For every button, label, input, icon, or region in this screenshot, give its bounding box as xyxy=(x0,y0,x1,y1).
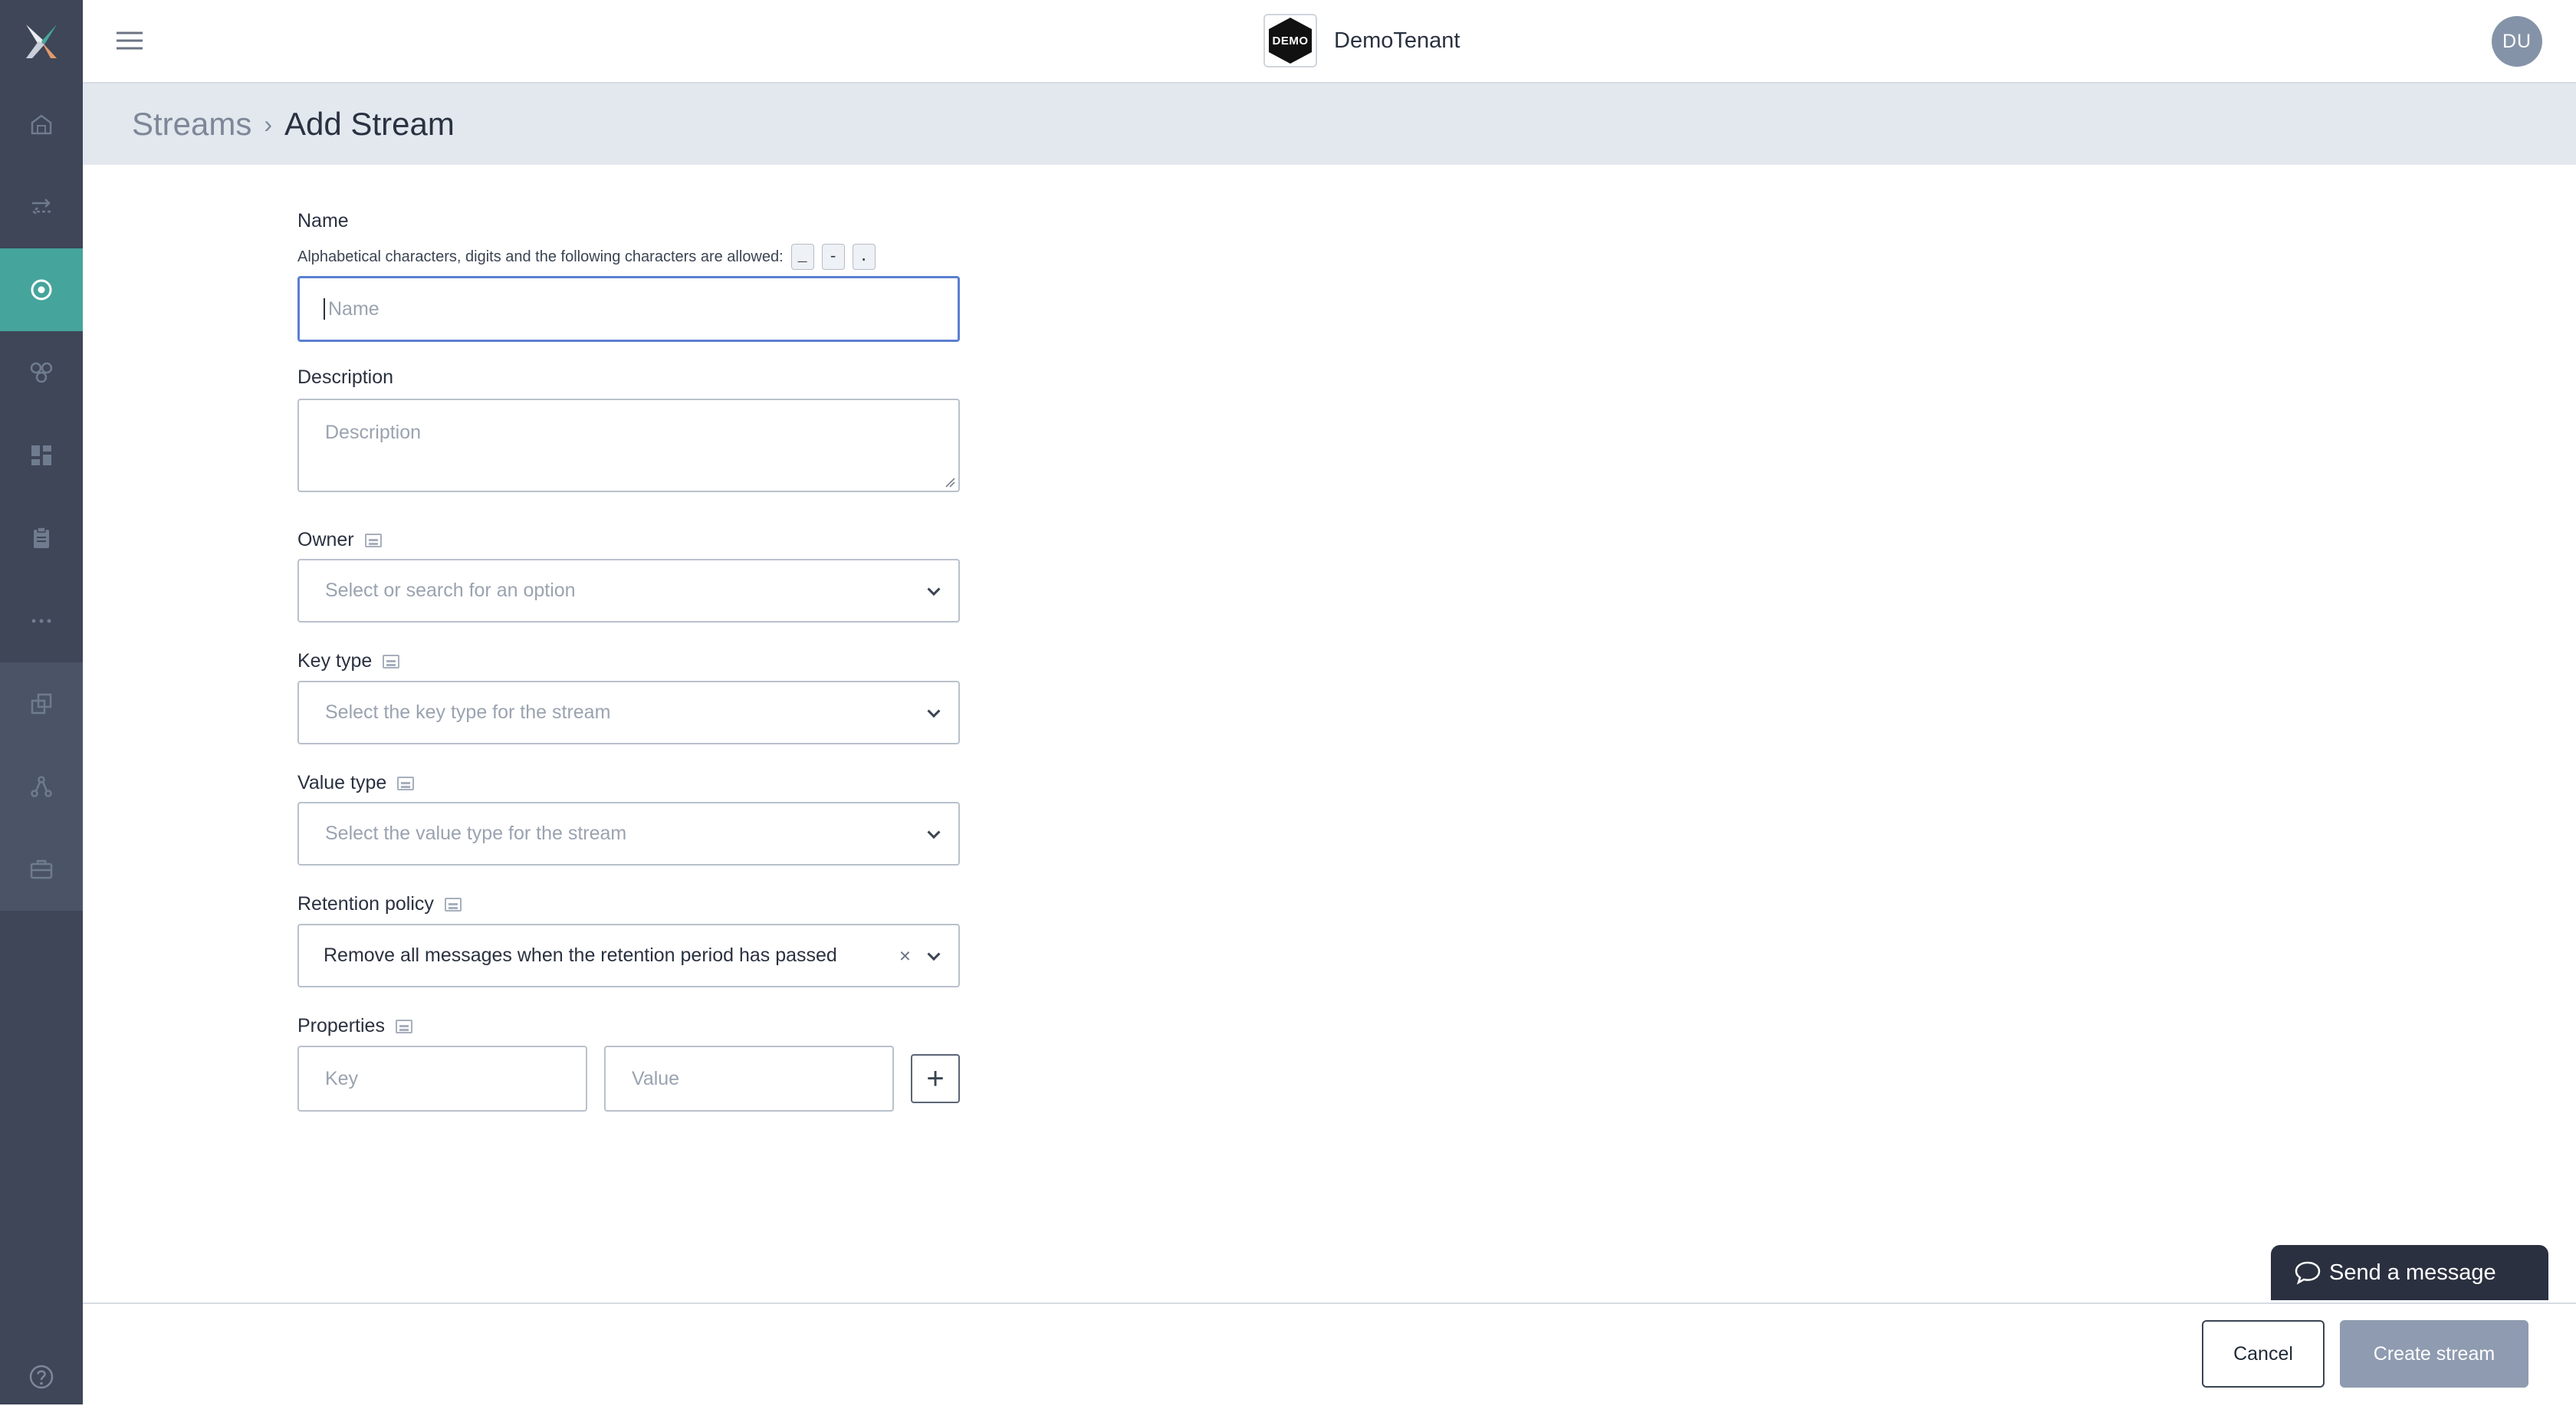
chat-bubble-icon xyxy=(2295,1261,2321,1285)
owner-select[interactable]: Select or search for an option xyxy=(297,559,960,623)
more-dots-icon xyxy=(31,619,51,623)
sidebar-item-clusters[interactable] xyxy=(0,331,83,414)
menu-toggle-button[interactable] xyxy=(110,23,149,58)
tenant-name: DemoTenant xyxy=(1334,28,1460,53)
value-type-info-icon[interactable] xyxy=(397,776,415,790)
top-bar: DEMO DemoTenant DU xyxy=(83,0,2576,84)
app-logo-icon xyxy=(26,25,57,58)
copy-icon xyxy=(31,693,52,714)
network-icon xyxy=(31,776,52,797)
breadcrumb-bar: Streams › Add Stream xyxy=(83,84,2576,165)
sidebar-item-home[interactable] xyxy=(0,83,83,166)
sidebar-item-tasks[interactable] xyxy=(0,497,83,580)
user-avatar[interactable]: DU xyxy=(2492,16,2542,67)
chevron-down-icon xyxy=(927,582,941,596)
name-hint-text: Alphabetical characters, digits and the … xyxy=(297,248,784,265)
create-stream-button[interactable]: Create stream xyxy=(2340,1320,2528,1388)
description-label-text: Description xyxy=(297,366,394,388)
name-hint: Alphabetical characters, digits and the … xyxy=(297,244,876,270)
dashboard-grid-icon xyxy=(31,445,51,465)
name-placeholder: Name xyxy=(328,297,380,320)
retention-policy-label: Retention policy xyxy=(297,893,462,915)
allowed-char-underscore: _ xyxy=(790,244,814,270)
property-value-input[interactable]: Value xyxy=(604,1046,894,1112)
value-type-label-text: Value type xyxy=(297,772,387,793)
breadcrumb: Streams › Add Stream xyxy=(132,84,455,165)
owner-placeholder: Select or search for an option xyxy=(325,580,576,601)
sidebar-item-more[interactable] xyxy=(0,580,83,662)
properties-label: Properties xyxy=(297,1015,412,1037)
home-icon xyxy=(31,114,52,135)
description-placeholder: Description xyxy=(325,422,422,443)
retention-policy-select[interactable]: Remove all messages when the retention p… xyxy=(297,924,960,987)
sidebar-item-network[interactable] xyxy=(0,745,83,828)
name-label-text: Name xyxy=(297,210,349,232)
property-key-placeholder: Key xyxy=(325,1067,359,1089)
stream-target-icon xyxy=(31,279,52,301)
resize-handle-icon[interactable] xyxy=(945,477,955,488)
cancel-button[interactable]: Cancel xyxy=(2202,1320,2325,1388)
arrows-exchange-icon xyxy=(32,199,51,216)
breadcrumb-separator: › xyxy=(264,110,273,138)
sidebar-item-toolbox[interactable] xyxy=(0,828,83,911)
tenant-logo-mark: DEMO xyxy=(1269,18,1312,64)
retention-policy-label-text: Retention policy xyxy=(297,893,434,915)
description-textarea[interactable]: Description xyxy=(297,399,960,492)
chevron-down-icon xyxy=(927,704,941,718)
tenant-logo: DEMO xyxy=(1263,14,1317,67)
sidebar-item-streams[interactable] xyxy=(0,248,83,331)
sidebar-item-dashboards[interactable] xyxy=(0,414,83,497)
cluster-icon xyxy=(30,362,53,383)
allowed-char-dot: . xyxy=(852,244,876,270)
retention-policy-info-icon[interactable] xyxy=(444,897,462,912)
text-caret xyxy=(324,298,325,320)
chevron-down-icon xyxy=(927,947,941,961)
value-type-select[interactable]: Select the value type for the stream xyxy=(297,802,960,866)
hamburger-icon xyxy=(117,31,143,50)
clipboard-icon xyxy=(34,527,49,548)
sidebar-item-copies[interactable] xyxy=(0,662,83,745)
briefcase-icon xyxy=(30,859,53,879)
sidebar-item-transfers[interactable] xyxy=(0,166,83,248)
help-icon xyxy=(29,1365,54,1389)
key-type-placeholder: Select the key type for the stream xyxy=(325,701,611,723)
name-label: Name xyxy=(297,210,349,232)
allowed-char-dash: - xyxy=(821,244,845,270)
owner-label: Owner xyxy=(297,529,382,551)
clear-selection-icon[interactable]: × xyxy=(899,944,911,967)
tenant-switcher[interactable]: DEMO DemoTenant xyxy=(1263,14,1460,67)
send-message-widget[interactable]: Send a message xyxy=(2271,1245,2548,1300)
chevron-down-icon xyxy=(927,825,941,839)
retention-policy-value: Remove all messages when the retention p… xyxy=(324,944,837,966)
breadcrumb-streams-link[interactable]: Streams xyxy=(132,106,251,143)
name-input[interactable]: Name xyxy=(297,276,960,342)
key-type-label-text: Key type xyxy=(297,650,373,672)
page-title: Add Stream xyxy=(284,106,455,142)
key-type-select[interactable]: Select the key type for the stream xyxy=(297,681,960,744)
add-property-button[interactable]: + xyxy=(911,1054,960,1103)
property-key-input[interactable]: Key xyxy=(297,1046,587,1112)
plus-icon: + xyxy=(926,1061,945,1096)
value-type-placeholder: Select the value type for the stream xyxy=(325,823,627,844)
send-message-label: Send a message xyxy=(2329,1260,2496,1285)
key-type-label: Key type xyxy=(297,650,400,672)
property-value-placeholder: Value xyxy=(632,1067,680,1089)
properties-info-icon[interactable] xyxy=(395,1019,412,1033)
owner-info-icon[interactable] xyxy=(364,533,382,547)
app-logo[interactable] xyxy=(0,0,83,83)
value-type-label: Value type xyxy=(297,772,415,794)
description-label: Description xyxy=(297,366,393,389)
key-type-info-icon[interactable] xyxy=(383,654,400,669)
sidebar xyxy=(0,0,83,1404)
help-button[interactable] xyxy=(0,1349,83,1404)
owner-label-text: Owner xyxy=(297,529,354,550)
properties-label-text: Properties xyxy=(297,1015,385,1036)
